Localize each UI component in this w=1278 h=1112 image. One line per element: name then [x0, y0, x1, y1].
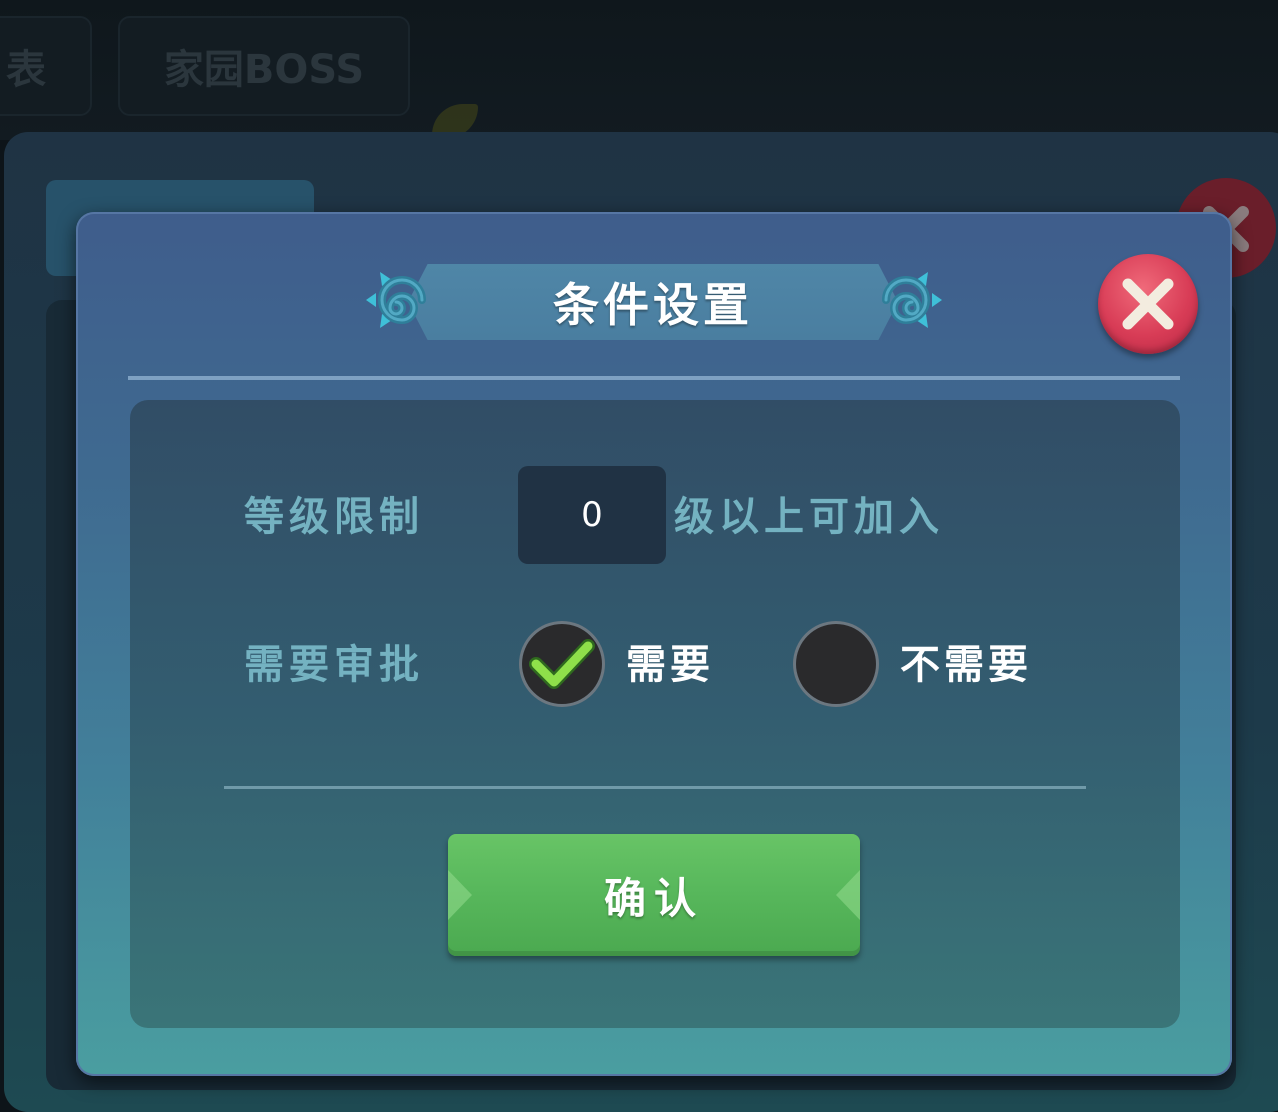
dialog-title: 条件设置: [553, 278, 753, 332]
confirm-button[interactable]: 确认: [448, 834, 860, 956]
confirm-button-label: 确认: [603, 873, 704, 923]
approval-required-label[interactable]: 需要: [626, 632, 714, 690]
title-divider: [128, 376, 1180, 380]
close-button[interactable]: [1098, 254, 1198, 354]
approval-label: 需要审批: [244, 642, 424, 688]
level-limit-label: 等级限制: [244, 494, 424, 540]
condition-settings-dialog: 条件设置 等级限制 级以上可加入 需要审批 需要 不需要 确认: [76, 212, 1232, 1076]
checkmark-icon: [529, 639, 595, 689]
approval-required-radio[interactable]: [522, 624, 602, 704]
approval-not-required-label[interactable]: 不需要: [900, 632, 1032, 690]
content-divider: [224, 786, 1086, 789]
level-limit-suffix: 级以上可加入: [674, 494, 944, 540]
background-tab-home-boss: 家园BOSS: [118, 16, 410, 116]
close-icon: [1122, 278, 1174, 330]
level-limit-input[interactable]: [518, 466, 666, 564]
approval-not-required-radio[interactable]: [796, 624, 876, 704]
background-tab-list: 表: [0, 16, 92, 116]
